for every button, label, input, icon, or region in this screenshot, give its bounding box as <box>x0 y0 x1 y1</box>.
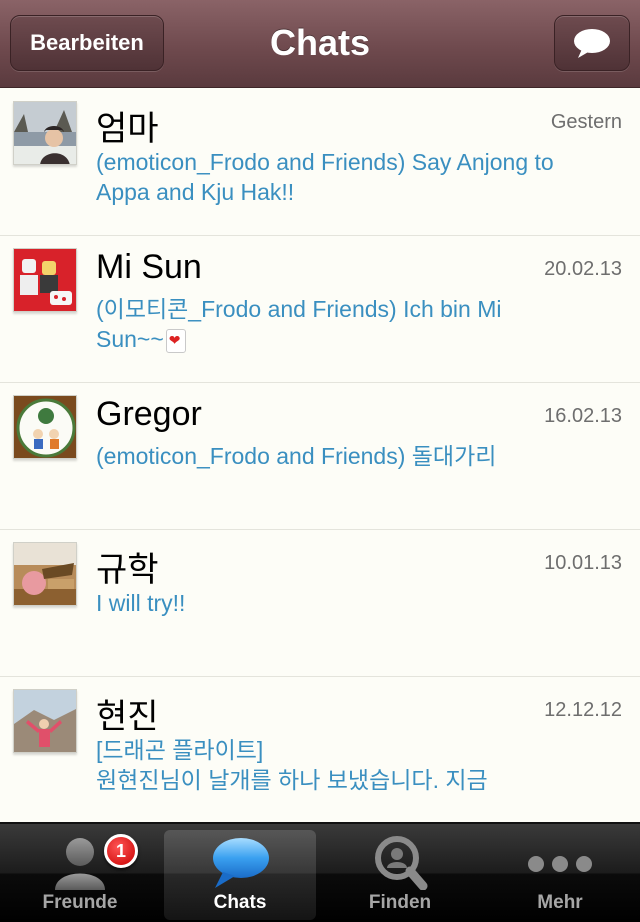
tab-finden[interactable]: Finden <box>324 830 476 920</box>
chat-row[interactable]: Gregor 16.02.13 (emoticon_Frodo and Frie… <box>0 383 640 530</box>
page-title: Chats <box>269 22 371 63</box>
speech-bubble-icon <box>574 29 610 58</box>
tab-bar: Freunde 1 Chats Finden Mehr <box>0 822 640 922</box>
tab-freunde[interactable]: Freunde 1 <box>4 830 156 920</box>
avatar <box>13 542 77 606</box>
chat-name: Mi Sun <box>96 248 202 286</box>
chat-list: 엄마 Gestern (emoticon_Frodo and Friends) … <box>0 89 640 824</box>
heart-card-emoji-icon <box>165 328 186 353</box>
more-dots-icon <box>525 834 595 890</box>
chat-time: Gestern <box>550 111 622 133</box>
tab-mehr[interactable]: Mehr <box>484 830 636 920</box>
chat-name: Gregor <box>96 395 202 433</box>
chat-time: 16.02.13 <box>544 405 622 427</box>
chat-time: 20.02.13 <box>544 258 622 280</box>
tab-label: Freunde <box>42 892 118 913</box>
tab-label: Mehr <box>537 892 583 913</box>
chat-message-preview: I will try!! <box>96 590 186 616</box>
chat-row[interactable]: 규학 10.01.13 I will try!! <box>0 530 640 677</box>
chat-message-preview: (이모티콘_Frodo and Friends) Ich bin Mi Sun~… <box>96 294 600 354</box>
chat-time: 10.01.13 <box>544 552 622 574</box>
avatar <box>13 689 77 753</box>
chat-time: 12.12.12 <box>544 699 622 721</box>
message-text: (이모티콘_Frodo and Friends) Ich bin Mi Sun~… <box>96 296 502 352</box>
chat-row[interactable]: 엄마 Gestern (emoticon_Frodo and Friends) … <box>0 89 640 236</box>
tab-label: Chats <box>213 892 267 913</box>
notification-badge: 1 <box>104 834 138 868</box>
tab-label: Finden <box>368 892 432 913</box>
avatar <box>13 101 77 165</box>
tab-chats[interactable]: Chats <box>164 830 316 920</box>
avatar <box>13 248 77 312</box>
person-icon <box>45 834 115 890</box>
compose-button[interactable] <box>554 15 630 71</box>
chat-message-preview: (emoticon_Frodo and Friends) Say Anjong … <box>96 149 554 205</box>
chat-message-preview: (emoticon_Frodo and Friends) 돌대가리 <box>96 443 497 469</box>
chat-name: 현진 <box>96 698 159 736</box>
chat-bubble-icon <box>205 834 275 890</box>
chat-row[interactable]: Mi Sun 20.02.13 (이모티콘_Frodo and Friends)… <box>0 236 640 383</box>
magnifier-icon <box>365 834 435 891</box>
chat-name: 규학 <box>96 551 159 589</box>
navigation-bar: Bearbeiten Chats <box>0 0 640 88</box>
chat-row[interactable]: 현진 12.12.12 [드래곤 플라이트] 원현진님이 날개를 하나 보냈습니… <box>0 677 640 824</box>
chat-name: 엄마 <box>96 110 159 148</box>
chat-message-preview: [드래곤 플라이트] 원현진님이 날개를 하나 보냈습니다. 지금 <box>96 737 488 793</box>
avatar <box>13 395 77 459</box>
